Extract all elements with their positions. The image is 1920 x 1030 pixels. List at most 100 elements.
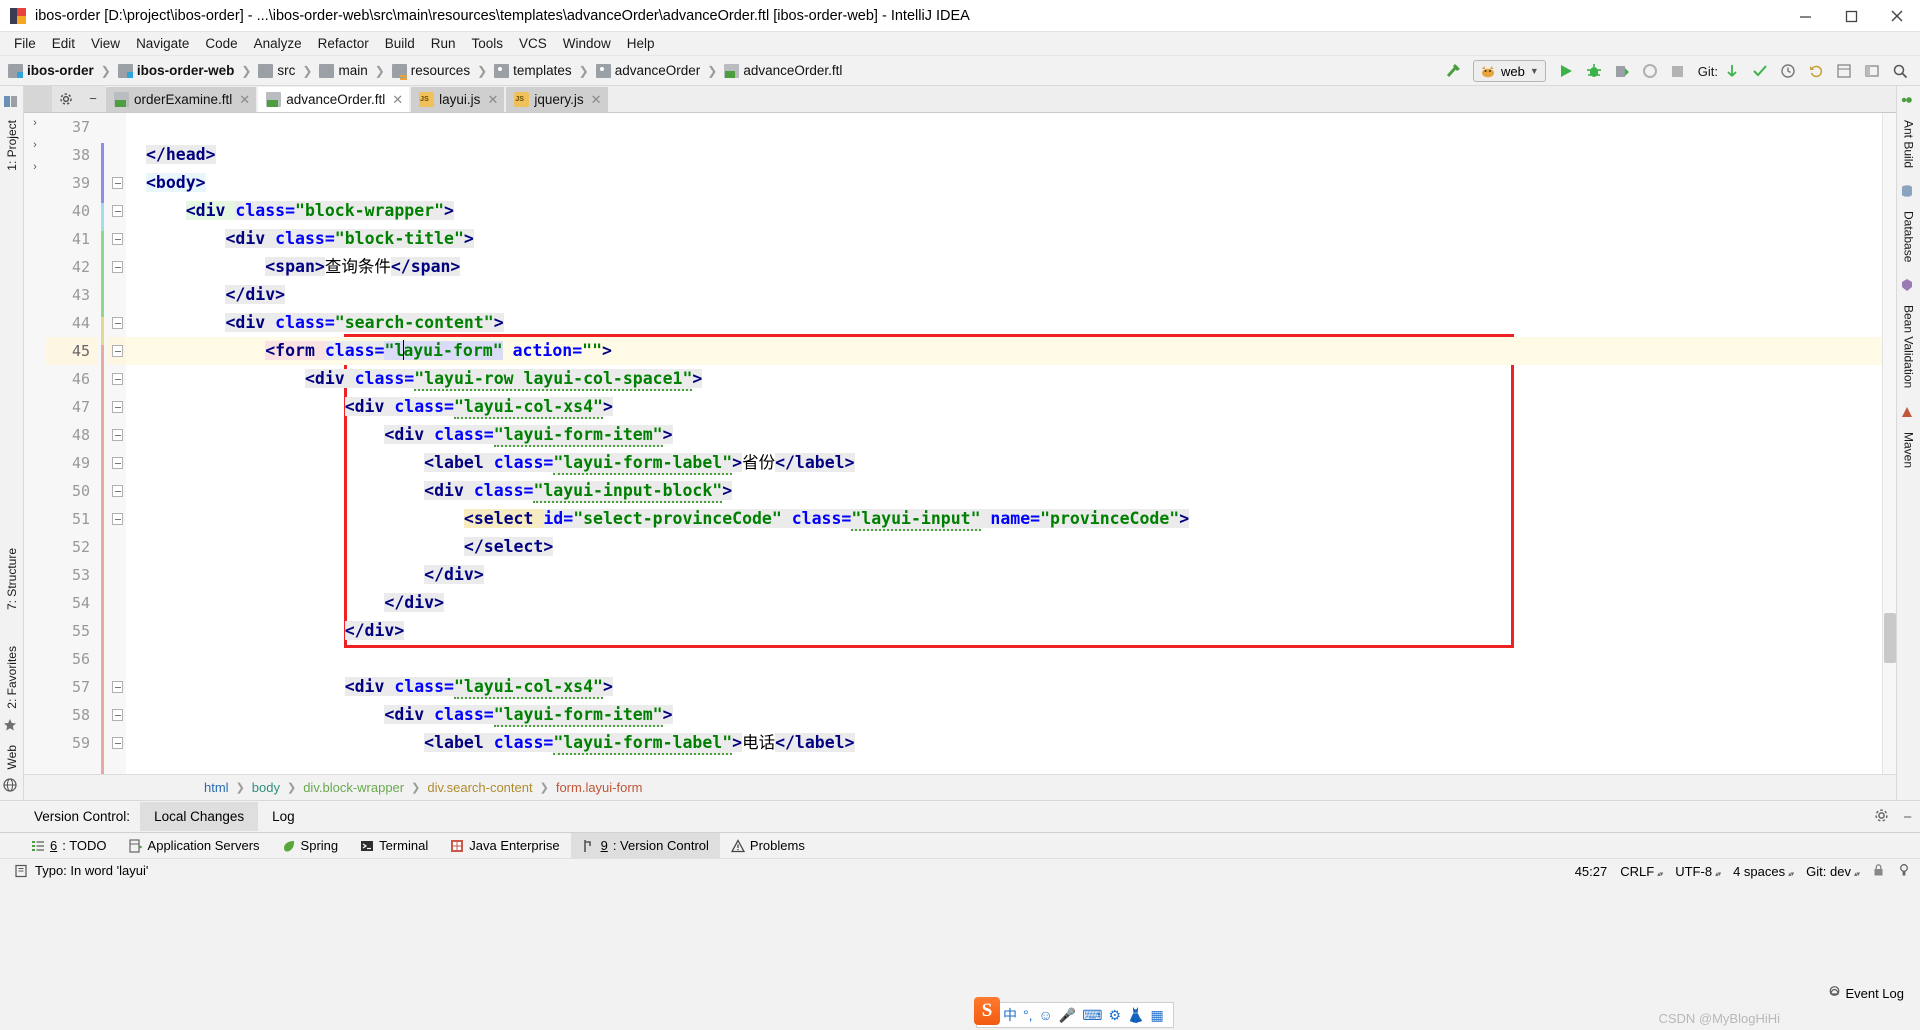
fold-marker[interactable] bbox=[112, 373, 123, 385]
sidebar-item-bean-validation[interactable]: Bean Validation bbox=[1902, 299, 1916, 394]
error-stripe-mark[interactable] bbox=[1884, 437, 1895, 440]
star-icon[interactable] bbox=[3, 718, 21, 736]
error-stripe-mark[interactable] bbox=[1884, 159, 1895, 162]
profiler-button[interactable] bbox=[1636, 57, 1664, 85]
run-button[interactable] bbox=[1552, 57, 1580, 85]
close-icon[interactable]: ✕ bbox=[487, 92, 498, 108]
tab-jquery-js[interactable]: jquery.js ✕ bbox=[506, 87, 608, 112]
error-stripe-mark[interactable] bbox=[1884, 499, 1895, 502]
error-stripe-mark[interactable] bbox=[1884, 261, 1895, 264]
run-configuration-selector[interactable]: web ▼ bbox=[1472, 60, 1546, 82]
error-stripe-mark[interactable] bbox=[1884, 738, 1895, 741]
vc-tab-log[interactable]: Log bbox=[258, 802, 309, 831]
menu-item-file[interactable]: File bbox=[6, 34, 44, 53]
ant-build-icon[interactable] bbox=[1900, 93, 1918, 111]
menu-item-view[interactable]: View bbox=[83, 34, 128, 53]
breadcrumb-div-search-content[interactable]: div.search-content bbox=[427, 780, 532, 795]
breadcrumb-html[interactable]: html bbox=[204, 780, 229, 795]
sidebar-item-ant-build[interactable]: Ant Build bbox=[1902, 114, 1916, 174]
menu-item-edit[interactable]: Edit bbox=[44, 34, 83, 53]
error-stripe-mark[interactable] bbox=[1884, 395, 1895, 398]
ime-mic-icon[interactable]: 🎤 bbox=[1059, 1007, 1076, 1024]
breadcrumb-src[interactable]: src bbox=[258, 63, 295, 78]
sogou-ime-logo-icon[interactable]: S bbox=[974, 997, 1000, 1025]
vc-tab-local-changes[interactable]: Local Changes bbox=[140, 802, 259, 831]
run-with-coverage-button[interactable] bbox=[1608, 57, 1636, 85]
menu-item-navigate[interactable]: Navigate bbox=[128, 34, 197, 53]
menu-item-code[interactable]: Code bbox=[197, 34, 245, 53]
fold-marker[interactable] bbox=[112, 429, 123, 441]
tool-window-version-control[interactable]: 9: Version Control bbox=[570, 832, 720, 859]
fold-marker[interactable] bbox=[112, 233, 123, 245]
git-branch-widget[interactable]: Git: dev bbox=[1806, 864, 1859, 879]
tool-window-java-enterprise[interactable]: Java Enterprise bbox=[439, 833, 570, 859]
error-stripe-mark[interactable] bbox=[1884, 515, 1895, 518]
ime-keyboard-icon[interactable]: ⌨ bbox=[1082, 1007, 1102, 1024]
minimize-button[interactable] bbox=[1782, 0, 1828, 32]
web-globe-icon[interactable] bbox=[2, 778, 21, 796]
tool-window-todo[interactable]: 6: TODO bbox=[20, 833, 118, 859]
menu-item-build[interactable]: Build bbox=[377, 34, 423, 53]
tab-layui-js[interactable]: layui.js ✕ bbox=[411, 87, 505, 112]
error-stripe-mark[interactable] bbox=[1884, 543, 1895, 546]
sidebar-item-project[interactable]: 1: Project bbox=[5, 114, 19, 177]
sidebar-item-structure[interactable]: 7: Structure bbox=[5, 542, 19, 616]
event-log-widget[interactable]: Event Log bbox=[1828, 985, 1904, 1002]
close-button[interactable] bbox=[1874, 0, 1920, 32]
sidebar-item-maven[interactable]: Maven bbox=[1902, 426, 1916, 474]
vcs-change-marker[interactable] bbox=[101, 203, 104, 231]
error-stripe-mark[interactable] bbox=[1884, 713, 1895, 716]
ime-mode-chinese[interactable]: 中 bbox=[1003, 1005, 1017, 1025]
breadcrumb-body[interactable]: body bbox=[252, 780, 280, 795]
bean-validation-icon[interactable] bbox=[1900, 278, 1918, 296]
history-icon[interactable] bbox=[1774, 57, 1802, 85]
expand-arrow-icon[interactable]: › bbox=[24, 113, 46, 129]
error-stripe-mark[interactable] bbox=[1884, 143, 1895, 146]
menu-item-vcs[interactable]: VCS bbox=[511, 34, 555, 53]
menu-item-analyze[interactable]: Analyze bbox=[246, 34, 310, 53]
fold-marker[interactable] bbox=[112, 317, 123, 329]
error-stripe-mark[interactable] bbox=[1884, 309, 1895, 312]
settings-icon[interactable] bbox=[1830, 57, 1858, 85]
breadcrumb-advanceOrder[interactable]: advanceOrder bbox=[595, 63, 700, 78]
inspections-widget-icon[interactable] bbox=[1898, 863, 1912, 880]
maven-icon[interactable] bbox=[1900, 405, 1918, 423]
fold-marker[interactable] bbox=[112, 681, 123, 693]
database-icon[interactable] bbox=[1900, 184, 1918, 202]
tool-window-problems[interactable]: Problems bbox=[720, 833, 816, 859]
scrollbar-thumb[interactable] bbox=[1884, 613, 1896, 663]
ime-punctuation-icon[interactable]: °, bbox=[1023, 1007, 1033, 1023]
error-stripe-scrollbar[interactable] bbox=[1882, 113, 1896, 774]
lock-icon[interactable] bbox=[1872, 863, 1885, 880]
vcs-change-marker[interactable] bbox=[101, 143, 104, 203]
menu-item-run[interactable]: Run bbox=[423, 34, 464, 53]
vcs-change-marker[interactable] bbox=[101, 231, 104, 317]
build-hammer-icon[interactable] bbox=[1439, 57, 1467, 85]
vcs-change-marker[interactable] bbox=[101, 317, 104, 345]
error-stripe-mark[interactable] bbox=[1884, 413, 1895, 416]
close-icon[interactable]: ✕ bbox=[392, 92, 403, 108]
ime-toolbar[interactable]: 中 °, ☺ 🎤 ⌨ ⚙ 👗 ▦ bbox=[976, 1002, 1174, 1028]
close-icon[interactable]: ✕ bbox=[591, 92, 602, 108]
ime-apps-icon[interactable]: ▦ bbox=[1150, 1007, 1163, 1024]
restore-layout-icon[interactable] bbox=[1858, 57, 1886, 85]
code-folding-gutter[interactable] bbox=[108, 113, 126, 774]
caret-position[interactable]: 45:27 bbox=[1575, 864, 1608, 879]
menu-item-help[interactable]: Help bbox=[619, 34, 663, 53]
close-icon[interactable]: ✕ bbox=[239, 92, 250, 108]
tab-orderExamine-ftl[interactable]: orderExamine.ftl ✕ bbox=[106, 87, 257, 112]
breadcrumb-resources[interactable]: resources bbox=[391, 63, 470, 78]
stop-button[interactable] bbox=[1664, 57, 1692, 85]
fold-marker[interactable] bbox=[112, 261, 123, 273]
debug-button[interactable] bbox=[1580, 57, 1608, 85]
error-stripe-mark[interactable] bbox=[1884, 191, 1895, 194]
tab-settings-gear-icon[interactable] bbox=[52, 85, 80, 112]
menu-item-refactor[interactable]: Refactor bbox=[310, 34, 377, 53]
ime-skin-icon[interactable]: 👗 bbox=[1127, 1007, 1144, 1024]
breadcrumb-ibos-order-web[interactable]: ibos-order-web bbox=[117, 63, 234, 78]
menu-item-tools[interactable]: Tools bbox=[464, 34, 512, 53]
fold-marker[interactable] bbox=[112, 401, 123, 413]
menu-item-window[interactable]: Window bbox=[555, 34, 619, 53]
maximize-button[interactable] bbox=[1828, 0, 1874, 32]
expand-arrow-icon[interactable]: › bbox=[24, 129, 46, 151]
